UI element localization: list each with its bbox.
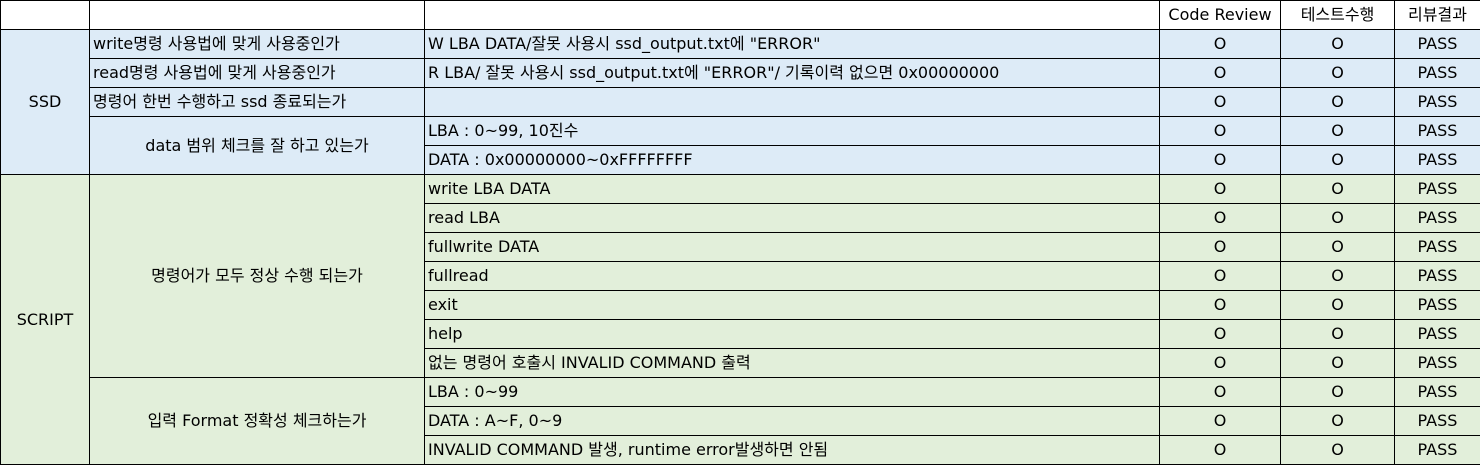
code-review-cell: O (1159, 203, 1281, 233)
check-detail (424, 87, 1160, 117)
result-cell: PASS (1394, 116, 1480, 146)
header-test-run: 테스트수행 (1280, 0, 1395, 30)
test-run-cell: O (1280, 319, 1395, 349)
test-run-cell: O (1280, 377, 1395, 407)
review-checklist-table: Code Review 테스트수행 리뷰결과 SSD write명령 사용법에 … (0, 0, 1480, 465)
table-row: SSD write명령 사용법에 맞게 사용중인가 W LBA DATA/잘못 … (0, 29, 1480, 175)
result-cell: PASS (1394, 261, 1480, 291)
result-cell: PASS (1394, 203, 1480, 233)
result-cell: PASS (1394, 319, 1480, 349)
code-review-cell: O (1159, 174, 1281, 204)
check-detail: exit (424, 290, 1160, 320)
table-row: 입력 Format 정확성 체크하는가 LBA : 0~99 O O PASS (1, 377, 1480, 465)
check-detail: INVALID COMMAND 발생, runtime error발생하면 안됨 (424, 435, 1160, 465)
test-run-cell: O (1280, 435, 1395, 465)
code-review-cell: O (1159, 116, 1281, 146)
test-run-cell: O (1280, 58, 1395, 88)
check-detail: help (424, 319, 1160, 349)
check-item-group: 입력 Format 정확성 체크하는가 (89, 377, 425, 465)
code-review-cell: O (1159, 348, 1281, 378)
check-detail: 없는 명령어 호출시 INVALID COMMAND 출력 (424, 348, 1160, 378)
test-run-cell: O (1280, 261, 1395, 291)
result-cell: PASS (1394, 435, 1480, 465)
result-cell: PASS (1394, 406, 1480, 436)
check-detail: fullread (424, 261, 1160, 291)
table-row: data 범위 체크를 잘 하고 있는가 LBA : 0~99, 10진수 O … (1, 116, 1480, 175)
check-detail: LBA : 0~99, 10진수 (424, 116, 1160, 146)
result-cell: PASS (1394, 145, 1480, 175)
header-item (89, 0, 425, 30)
code-review-cell: O (1159, 261, 1281, 291)
test-run-cell: O (1280, 290, 1395, 320)
check-detail: W LBA DATA/잘못 사용시 ssd_output.txt에 "ERROR… (424, 29, 1160, 59)
code-review-cell: O (1159, 377, 1281, 407)
result-cell: PASS (1394, 377, 1480, 407)
result-cell: PASS (1394, 58, 1480, 88)
code-review-cell: O (1159, 232, 1281, 262)
header-row: Code Review 테스트수행 리뷰결과 (0, 0, 1480, 30)
test-run-cell: O (1280, 406, 1395, 436)
result-cell: PASS (1394, 232, 1480, 262)
code-review-cell: O (1159, 87, 1281, 117)
table-row: 명령어 한번 수행하고 ssd 종료되는가 O O PASS (1, 87, 1480, 117)
category-ssd: SSD (0, 29, 90, 175)
check-item-group: 명령어가 모두 정상 수행 되는가 (89, 174, 425, 378)
result-cell: PASS (1394, 29, 1480, 59)
code-review-cell: O (1159, 435, 1281, 465)
header-review-result: 리뷰결과 (1394, 0, 1480, 30)
code-review-cell: O (1159, 29, 1281, 59)
test-run-cell: O (1280, 116, 1395, 146)
code-review-cell: O (1159, 319, 1281, 349)
check-detail: fullwrite DATA (424, 232, 1160, 262)
test-run-cell: O (1280, 174, 1395, 204)
check-item: write명령 사용법에 맞게 사용중인가 (89, 29, 425, 59)
test-run-cell: O (1280, 145, 1395, 175)
test-run-cell: O (1280, 203, 1395, 233)
table-row: read명령 사용법에 맞게 사용중인가 R LBA/ 잘못 사용시 ssd_o… (1, 58, 1480, 88)
code-review-cell: O (1159, 58, 1281, 88)
check-detail: LBA : 0~99 (424, 377, 1160, 407)
test-run-cell: O (1280, 348, 1395, 378)
code-review-cell: O (1159, 290, 1281, 320)
code-review-cell: O (1159, 145, 1281, 175)
test-run-cell: O (1280, 29, 1395, 59)
result-cell: PASS (1394, 87, 1480, 117)
check-detail: DATA : 0x00000000~0xFFFFFFFF (424, 145, 1160, 175)
test-run-cell: O (1280, 232, 1395, 262)
check-detail: R LBA/ 잘못 사용시 ssd_output.txt에 "ERROR"/ 기… (424, 58, 1160, 88)
check-detail: read LBA (424, 203, 1160, 233)
result-cell: PASS (1394, 290, 1480, 320)
result-cell: PASS (1394, 348, 1480, 378)
header-detail (424, 0, 1160, 30)
check-detail: DATA : A~F, 0~9 (424, 406, 1160, 436)
check-item: read명령 사용법에 맞게 사용중인가 (89, 58, 425, 88)
check-detail: write LBA DATA (424, 174, 1160, 204)
result-cell: PASS (1394, 174, 1480, 204)
check-item-group: data 범위 체크를 잘 하고 있는가 (89, 116, 425, 175)
test-run-cell: O (1280, 87, 1395, 117)
category-script: SCRIPT (0, 174, 90, 465)
table-row: SCRIPT 명령어가 모두 정상 수행 되는가 write LBA DATA … (0, 174, 1480, 465)
header-code-review: Code Review (1159, 0, 1281, 30)
check-item: 명령어 한번 수행하고 ssd 종료되는가 (89, 87, 425, 117)
code-review-cell: O (1159, 406, 1281, 436)
header-category (0, 0, 90, 30)
